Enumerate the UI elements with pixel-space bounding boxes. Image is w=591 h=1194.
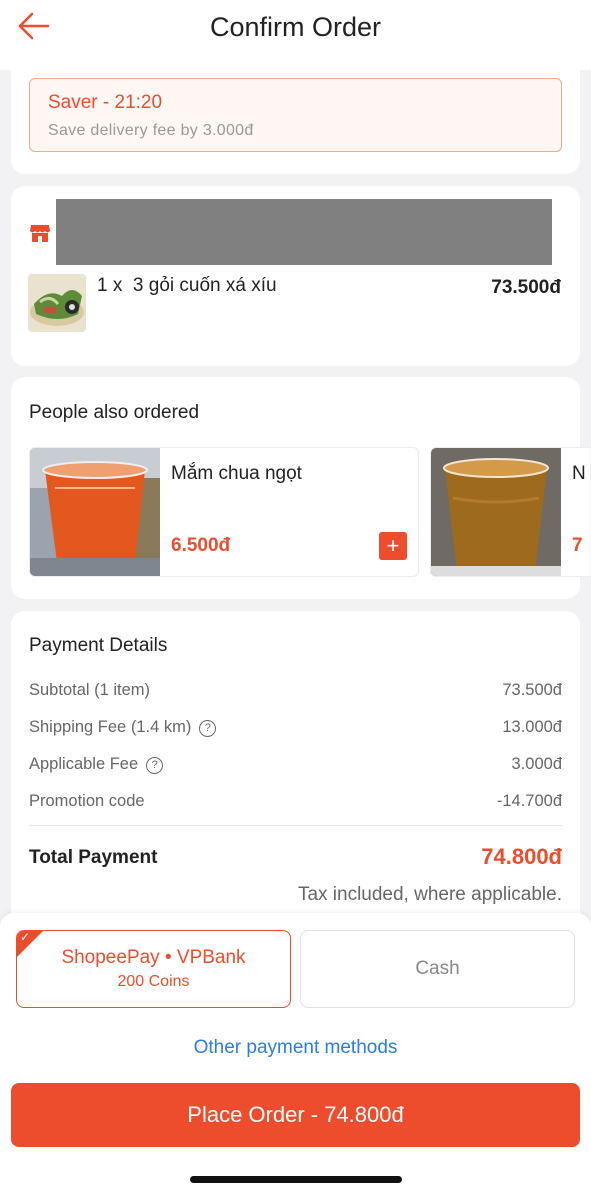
payment-details-title: Payment Details	[29, 635, 168, 656]
promotion-code-row: Promotion code -14.700đ	[29, 792, 562, 814]
subtotal-label: Subtotal (1 item)	[29, 681, 151, 699]
recommendations-card: People also ordered Mắm chua ngọt 6.500đ…	[11, 377, 590, 599]
recommendation-item[interactable]: N 7	[430, 447, 590, 577]
check-icon: ✓	[20, 930, 31, 944]
recommendation-name: N	[572, 463, 586, 484]
item-quantity-name: 1 x 3 gỏi cuốn xá xíu	[97, 275, 277, 297]
order-items-card: 1 x 3 gỏi cuốn xá xíu 73.500đ	[11, 186, 580, 366]
recommendations-title: People also ordered	[29, 402, 200, 423]
payment-details-card: Payment Details Subtotal (1 item) 73.500…	[11, 611, 580, 931]
saver-option[interactable]: Saver - 21:20 Save delivery fee by 3.000…	[29, 78, 562, 152]
total-payment-value: 74.800đ	[481, 844, 562, 869]
place-order-button[interactable]: Place Order - 74.800đ	[11, 1083, 580, 1147]
item-thumbnail	[28, 274, 86, 332]
divider	[29, 825, 562, 826]
total-payment-label: Total Payment	[29, 847, 158, 868]
item-price: 73.500đ	[491, 277, 561, 298]
shipping-fee-row: Shipping Fee (1.4 km)? 13.000đ	[29, 718, 562, 740]
promotion-code-value: -14.700đ	[496, 792, 562, 810]
shipping-fee-value: 13.000đ	[502, 718, 562, 736]
store-icon	[30, 225, 50, 242]
shipping-fee-label: Shipping Fee (1.4 km)	[29, 718, 192, 736]
page-title: Confirm Order	[209, 12, 382, 42]
delivery-option-card: Saver - 21:20 Save delivery fee by 3.000…	[11, 62, 580, 174]
saver-title: Saver - 21:20	[48, 92, 163, 113]
payment-method-name: ShopeePay • VPBank	[61, 947, 246, 968]
info-icon[interactable]: ?	[146, 757, 164, 774]
add-to-cart-button[interactable]: +	[379, 532, 407, 560]
other-payment-methods-link[interactable]: Other payment methods	[0, 1037, 591, 1059]
payment-method-cash[interactable]: Cash	[300, 930, 575, 1008]
payment-method-shopeepay[interactable]: ✓ ShopeePay • VPBank 200 Coins	[16, 930, 291, 1008]
item-quantity: 1 x	[97, 275, 123, 296]
cash-label: Cash	[415, 958, 460, 979]
recommendation-price: 7	[572, 535, 583, 556]
shop-name-redacted	[56, 199, 552, 265]
subtotal-row: Subtotal (1 item) 73.500đ	[29, 681, 562, 703]
applicable-fee-label: Applicable Fee	[29, 755, 139, 773]
recommendation-image	[431, 448, 561, 576]
header-bar: Confirm Order	[0, 0, 591, 70]
subtotal-value: 73.500đ	[502, 681, 562, 699]
tax-note: Tax included, where applicable.	[297, 884, 562, 905]
item-name: 3 gỏi cuốn xá xíu	[132, 275, 277, 296]
saver-subtitle: Save delivery fee by 3.000đ	[48, 122, 254, 139]
payment-method-coins: 200 Coins	[117, 973, 190, 990]
info-icon[interactable]: ?	[199, 720, 217, 737]
checkout-panel: ✓ ShopeePay • VPBank 200 Coins Cash Othe…	[0, 913, 591, 1194]
recommendation-price: 6.500đ	[171, 535, 231, 556]
applicable-fee-row: Applicable Fee? 3.000đ	[29, 755, 562, 777]
recommendation-item[interactable]: Mắm chua ngọt 6.500đ +	[29, 447, 419, 577]
recommendation-name: Mắm chua ngọt	[171, 463, 302, 484]
promotion-code-label: Promotion code	[29, 792, 145, 810]
home-indicator	[190, 1176, 402, 1183]
recommendation-image	[30, 448, 160, 576]
applicable-fee-value: 3.000đ	[511, 755, 562, 773]
